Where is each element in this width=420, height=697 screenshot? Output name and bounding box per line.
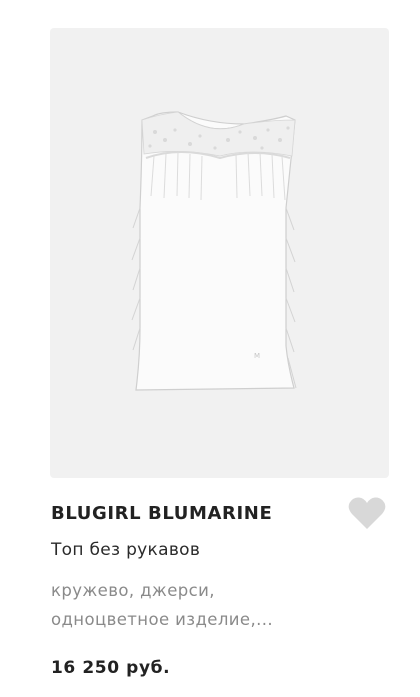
- brand-name[interactable]: BLUGIRL BLUMARINE: [51, 503, 272, 524]
- sleeveless-top-illustration: M: [131, 111, 297, 391]
- favorite-button[interactable]: [347, 494, 387, 532]
- product-title[interactable]: Топ без рукавов: [51, 540, 200, 560]
- product-description: кружево, джерси, одноцветное изделие,...: [51, 576, 351, 634]
- product-price: 16 250 руб.: [51, 658, 171, 678]
- description-line: кружево, джерси,: [51, 581, 215, 600]
- product-image[interactable]: M: [50, 28, 389, 478]
- heart-icon: [348, 497, 386, 529]
- description-line: одноцветное изделие,...: [51, 610, 274, 629]
- product-card[interactable]: M BLUGIRL BLUMARINE Топ без рукавов круж…: [0, 0, 420, 697]
- svg-text:M: M: [254, 352, 260, 360]
